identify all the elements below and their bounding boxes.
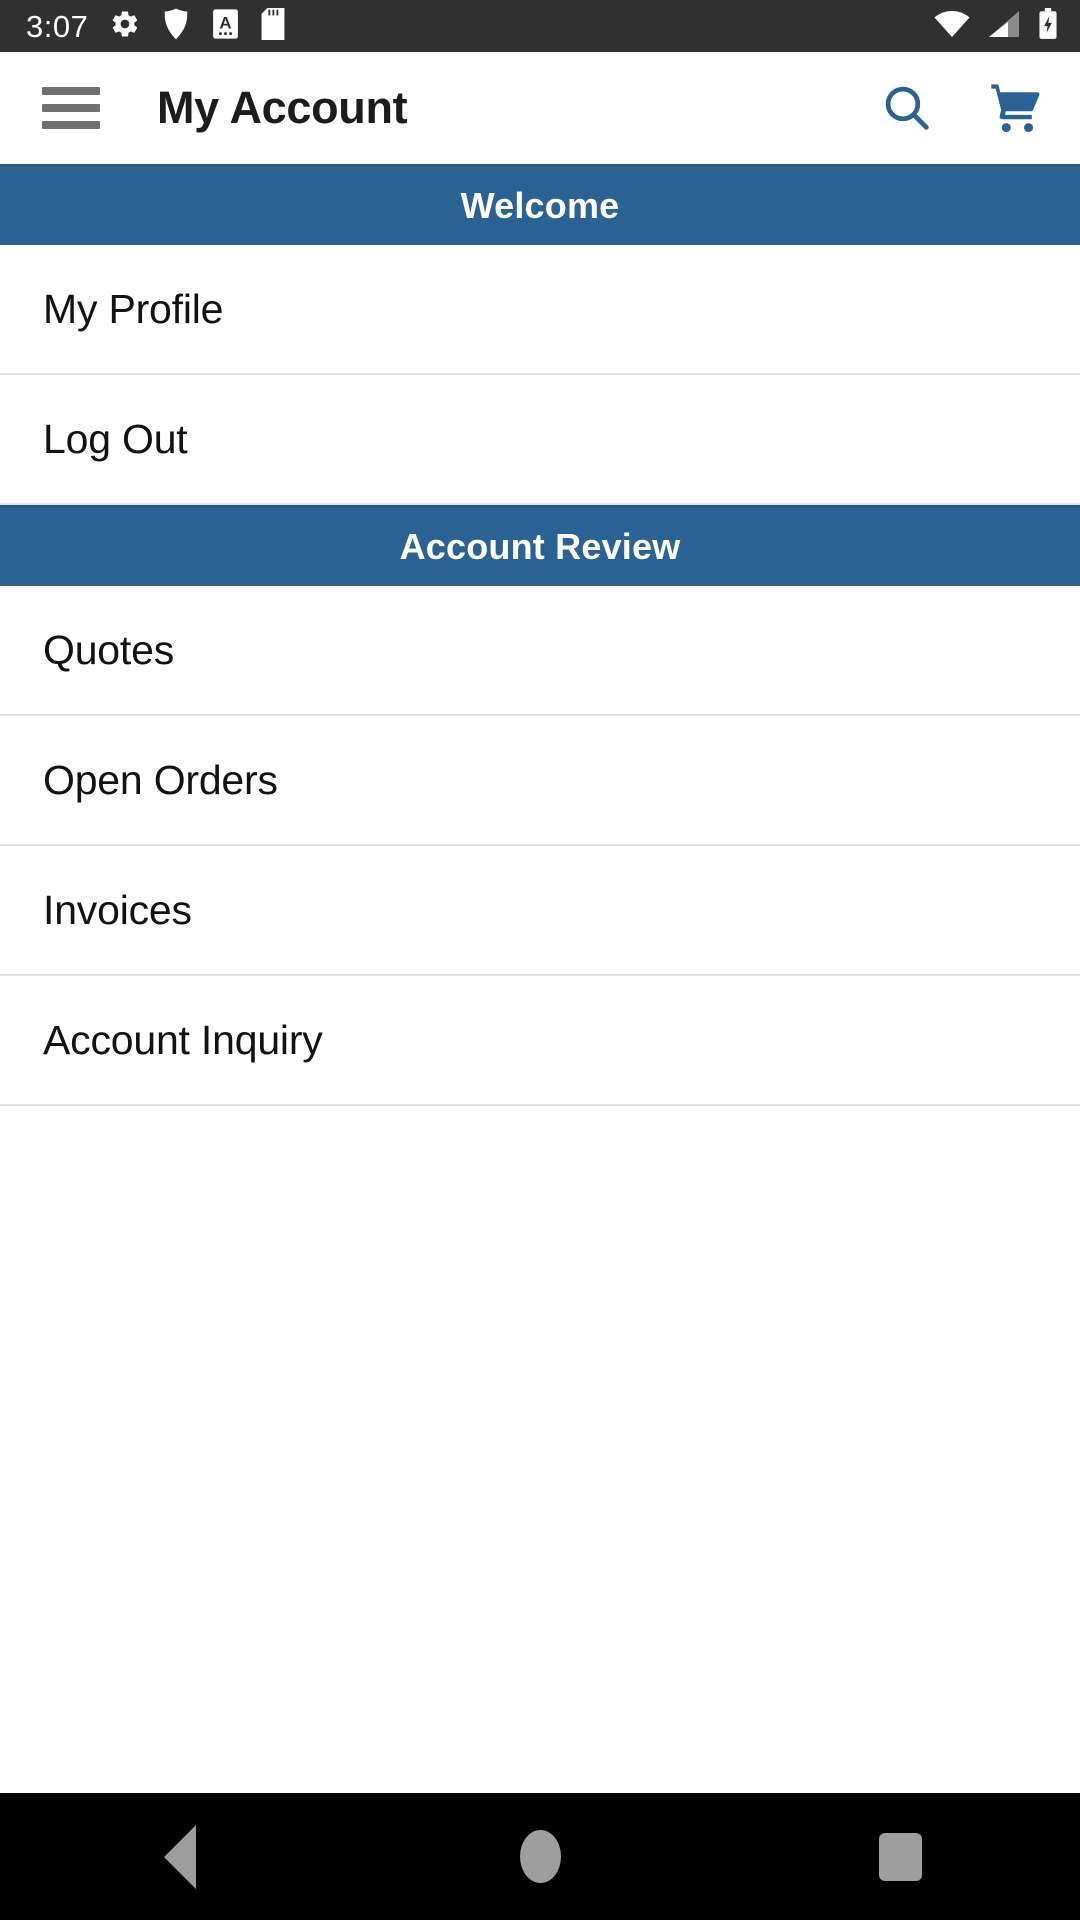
list-item-label: Log Out xyxy=(43,415,188,462)
list-item-open-orders[interactable]: Open Orders xyxy=(0,716,1080,846)
recents-square-icon xyxy=(878,1832,922,1881)
account-menu-list: Welcome My Profile Log Out Account Revie… xyxy=(0,164,1080,1793)
list-item-label: Quotes xyxy=(43,626,174,673)
section-header-account-review: Account Review xyxy=(0,505,1080,586)
letter-a-box-icon: A xyxy=(212,8,239,45)
app-bar: My Account xyxy=(0,52,1080,164)
back-triangle-icon xyxy=(164,1824,196,1889)
list-item-quotes[interactable]: Quotes xyxy=(0,586,1080,716)
section-header-label: Account Review xyxy=(399,525,681,567)
cellular-signal-icon xyxy=(988,10,1020,43)
list-item-invoices[interactable]: Invoices xyxy=(0,846,1080,976)
home-button[interactable] xyxy=(450,1807,630,1907)
list-item-label: My Profile xyxy=(43,285,224,332)
phone-screen: 3:07 A My Account Welcome My Profile Log… xyxy=(0,0,1080,1920)
hamburger-line xyxy=(42,121,100,129)
list-item-label: Account Inquiry xyxy=(43,1016,323,1063)
list-item-label: Invoices xyxy=(43,886,192,933)
hamburger-line xyxy=(42,87,100,95)
svg-text:A: A xyxy=(220,13,232,32)
status-bar-right xyxy=(934,7,1058,45)
gear-icon xyxy=(110,9,140,44)
wifi-icon xyxy=(934,10,970,43)
sd-card-icon xyxy=(261,7,285,45)
list-item-account-inquiry[interactable]: Account Inquiry xyxy=(0,976,1080,1106)
shopping-cart-icon[interactable] xyxy=(984,77,1046,139)
list-item-my-profile[interactable]: My Profile xyxy=(0,245,1080,375)
search-icon[interactable] xyxy=(876,77,938,139)
page-title: My Account xyxy=(157,82,408,133)
hamburger-line xyxy=(42,104,100,112)
section-header-label: Welcome xyxy=(460,184,620,226)
system-navigation-bar xyxy=(0,1793,1080,1920)
list-item-log-out[interactable]: Log Out xyxy=(0,375,1080,505)
status-bar: 3:07 A xyxy=(0,0,1080,52)
section-header-welcome: Welcome xyxy=(0,164,1080,245)
shield-icon xyxy=(162,8,190,45)
battery-charging-icon xyxy=(1038,7,1058,45)
hamburger-menu-icon[interactable] xyxy=(42,87,100,129)
list-item-label: Open Orders xyxy=(43,756,278,803)
back-button[interactable] xyxy=(90,1807,270,1907)
app-bar-actions xyxy=(876,77,1046,139)
status-bar-left: 3:07 A xyxy=(26,7,285,45)
home-circle-icon xyxy=(519,1830,561,1883)
status-bar-clock: 3:07 xyxy=(26,8,89,44)
recents-button[interactable] xyxy=(810,1807,990,1907)
